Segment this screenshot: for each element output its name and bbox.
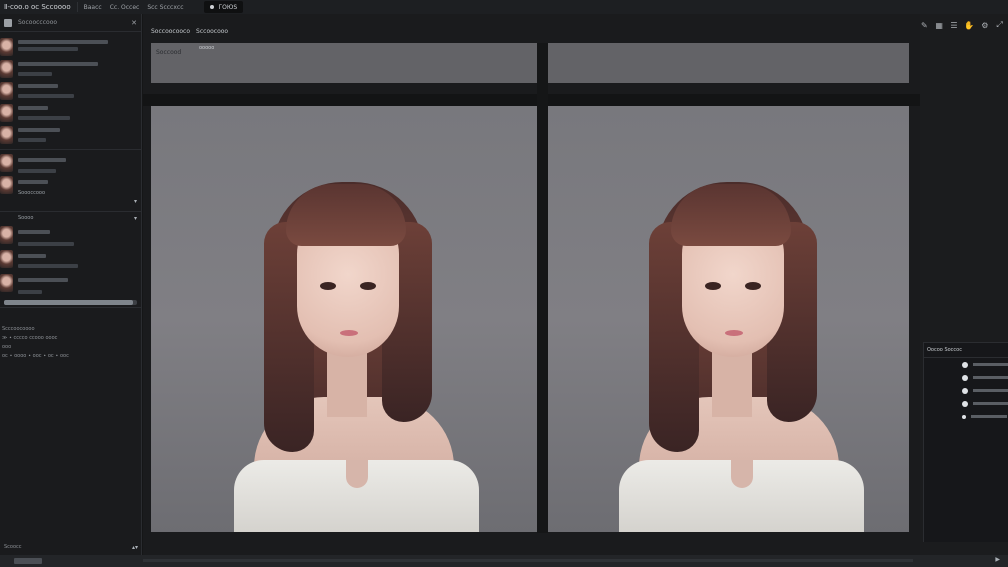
text-line bbox=[18, 47, 78, 51]
divider bbox=[143, 94, 920, 106]
thumbnail[interactable] bbox=[0, 38, 13, 56]
sidebar-title: Ѕосоосссооо bbox=[18, 19, 58, 26]
text-line bbox=[18, 128, 60, 132]
log-line: Ѕсссоосоооо bbox=[2, 326, 35, 332]
caption-text: Ѕоссооd bbox=[156, 49, 182, 56]
thumbnail[interactable] bbox=[0, 126, 13, 144]
caption-left[interactable]: Ѕоссооd ооооо bbox=[151, 43, 537, 83]
horizontal-scrollbar[interactable] bbox=[143, 559, 913, 562]
status-bar: ▶ bbox=[0, 555, 1008, 567]
layer-row[interactable] bbox=[924, 397, 1008, 410]
text-line bbox=[18, 40, 108, 44]
text-line bbox=[18, 180, 48, 184]
layer-row[interactable] bbox=[924, 410, 1008, 423]
tab-1[interactable]: Ѕоссоосоосо bbox=[151, 28, 190, 35]
text-line bbox=[18, 62, 98, 66]
chevron-down-icon[interactable]: ▾ bbox=[134, 198, 137, 205]
caption-chip: ооооо bbox=[199, 45, 215, 51]
close-icon[interactable]: ✕ bbox=[131, 19, 137, 27]
tab-2[interactable]: Ѕссоосооо bbox=[196, 28, 228, 35]
panel-icon bbox=[4, 18, 12, 27]
expand-icon[interactable]: ⤢ bbox=[995, 20, 1004, 30]
layers-title: Оосоо Ѕоссос bbox=[924, 343, 1008, 358]
compare-view: Ѕоссоосоосо Ѕссоосооо Ѕоссооd ооооо bbox=[143, 14, 920, 555]
thumbnail[interactable] bbox=[0, 176, 13, 194]
history-group-3[interactable]: Ѕоооо ▾ bbox=[0, 212, 141, 308]
text-line bbox=[18, 94, 74, 98]
thumbnail[interactable] bbox=[0, 60, 13, 78]
thumbnail[interactable] bbox=[0, 226, 13, 244]
text-line bbox=[18, 254, 46, 258]
right-toolbar: ✎ ▦ ☰ ✋ ⚙ ⤢ Оосоо Ѕоссос bbox=[920, 14, 1008, 555]
console-log: Ѕсссоосоооо ≫ ∙ ссссо ссооо ооос ооо ос … bbox=[0, 326, 141, 362]
play-icon[interactable]: ▶ bbox=[995, 556, 1000, 563]
history-group-1[interactable] bbox=[0, 32, 141, 150]
text-line bbox=[18, 169, 56, 173]
view-tabs: Ѕоссоосоосо Ѕссоосооо bbox=[151, 28, 228, 35]
thumbnail[interactable] bbox=[0, 104, 13, 122]
mode-toggle[interactable]: ГОЮЅ bbox=[203, 1, 244, 13]
chevron-down-icon[interactable]: ▾ bbox=[134, 215, 137, 222]
image-left[interactable] bbox=[151, 106, 537, 532]
log-line: ос ∙ оооо ∙ оос ∙ ос ∙ оос bbox=[2, 353, 69, 359]
portrait-figure bbox=[579, 142, 879, 532]
text-line bbox=[18, 278, 68, 282]
text-line bbox=[18, 290, 42, 294]
thumbnail[interactable] bbox=[0, 154, 13, 172]
record-icon bbox=[209, 5, 214, 9]
sidebar-header: Ѕосоосссооо ✕ bbox=[0, 14, 141, 32]
gear-icon[interactable]: ⚙ bbox=[980, 20, 989, 30]
tool-icons: ✎ ▦ ☰ ✋ ⚙ ⤢ bbox=[920, 20, 1008, 30]
history-group-2[interactable]: Ѕоооссооо ▾ bbox=[0, 150, 141, 212]
visibility-icon[interactable] bbox=[962, 374, 968, 381]
stepper-icon[interactable]: ▴▾ bbox=[132, 544, 138, 551]
pen-icon[interactable]: ✎ bbox=[920, 20, 929, 30]
text-line bbox=[18, 242, 74, 246]
title-bar: Ⅱ-coo.o ос Ѕссоооо Ваасс Сс. Оcсес Ѕсс Ѕ… bbox=[0, 0, 1008, 14]
log-line: ≫ ∙ ссссо ссооо ооос bbox=[2, 335, 58, 341]
text-line bbox=[18, 230, 50, 234]
mode-label: ГОЮЅ bbox=[218, 3, 238, 11]
group-label: Ѕоооо bbox=[18, 215, 34, 221]
group-label: Ѕоооссооо bbox=[18, 190, 46, 196]
footer-label: Ѕсоосс bbox=[4, 544, 22, 550]
layer-row[interactable] bbox=[924, 371, 1008, 384]
grid-icon[interactable]: ▦ bbox=[935, 20, 944, 30]
menu-item-2[interactable]: Сс. Оcсес bbox=[110, 4, 140, 11]
sidebar-footer: Ѕсоосс ▴▾ bbox=[0, 539, 142, 555]
text-line bbox=[18, 84, 58, 88]
visibility-icon[interactable] bbox=[962, 414, 966, 419]
app-title: Ⅱ-coo.o ос Ѕссоооо bbox=[4, 3, 71, 11]
layers-panel: Оосоо Ѕоссос bbox=[923, 342, 1008, 542]
left-sidebar: Ѕосоосссооо ✕ Ѕоооссооо ▾ Ѕоооо ▾ Ѕсссоо… bbox=[0, 14, 142, 555]
divider bbox=[76, 2, 78, 12]
visibility-icon[interactable] bbox=[962, 400, 968, 407]
menu-item-1[interactable]: Ваасс bbox=[84, 4, 102, 11]
text-line bbox=[18, 116, 70, 120]
split-handle[interactable] bbox=[537, 43, 548, 533]
thumbnail[interactable] bbox=[0, 82, 13, 100]
log-line: ооо bbox=[2, 344, 12, 350]
thumbnail[interactable] bbox=[0, 250, 13, 268]
image-right[interactable] bbox=[548, 106, 909, 532]
list-icon[interactable]: ☰ bbox=[950, 20, 959, 30]
text-line bbox=[18, 138, 46, 142]
status-chip[interactable] bbox=[14, 558, 42, 564]
portrait-figure bbox=[194, 142, 494, 532]
thumbnail[interactable] bbox=[0, 274, 13, 292]
layer-row[interactable] bbox=[924, 358, 1008, 371]
progress-bar bbox=[4, 300, 137, 305]
visibility-icon[interactable] bbox=[962, 387, 968, 394]
text-line bbox=[18, 264, 78, 268]
hand-icon[interactable]: ✋ bbox=[964, 20, 974, 30]
text-line bbox=[18, 106, 48, 110]
caption-right[interactable] bbox=[548, 43, 909, 83]
text-line bbox=[18, 72, 52, 76]
visibility-icon[interactable] bbox=[962, 361, 968, 368]
layer-row[interactable] bbox=[924, 384, 1008, 397]
progress-fill bbox=[4, 300, 133, 305]
menu-item-3[interactable]: Ѕсс Ѕсссхсс bbox=[147, 4, 183, 11]
text-line bbox=[18, 158, 66, 162]
